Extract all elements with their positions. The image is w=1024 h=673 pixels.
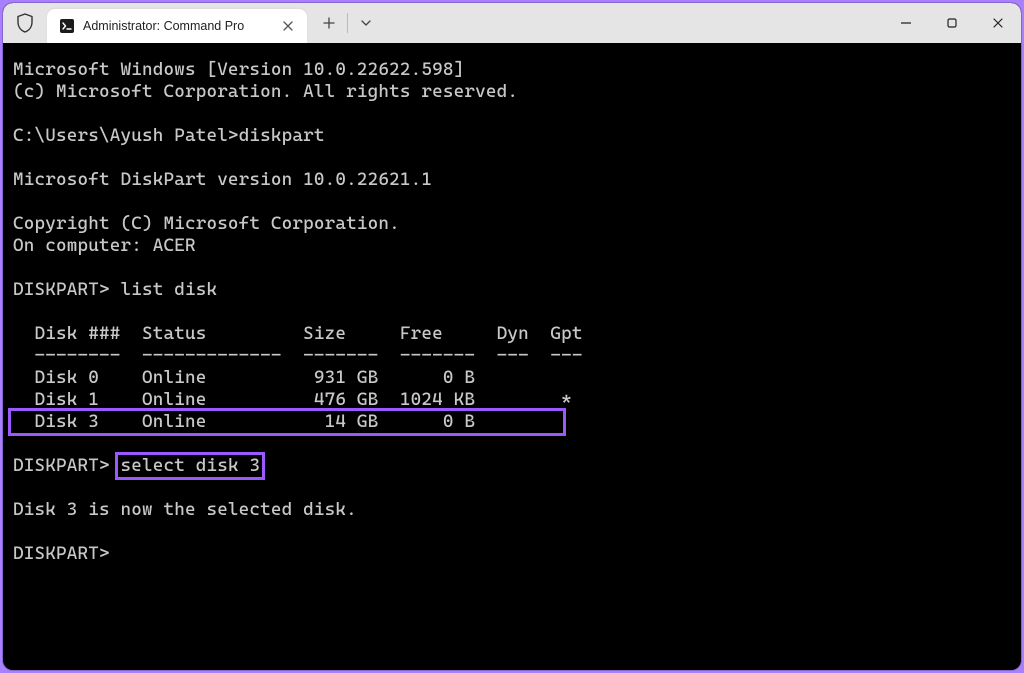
tabs-area: Administrator: Command Pro — [47, 3, 307, 43]
line: Copyright (C) Microsoft Corporation. — [13, 213, 400, 234]
table-divider: -------- ------------- ------- ------- -… — [13, 345, 583, 366]
terminal-output: Microsoft Windows [Version 10.0.22622.59… — [13, 59, 1011, 565]
diskpart-prompt: DISKPART> — [13, 279, 110, 300]
table-row: Disk 1 Online 476 GB 1024 KB * — [13, 389, 572, 410]
window-frame: Administrator: Command Pro — [3, 3, 1021, 670]
table-row-highlighted: Disk 3 Online 14 GB 0 B — [8, 408, 566, 436]
close-button[interactable] — [975, 3, 1021, 43]
minimize-button[interactable] — [883, 3, 929, 43]
prompt-cmd: diskpart — [239, 125, 325, 146]
tab-dropdown-button[interactable] — [350, 8, 382, 38]
tab-close-button[interactable] — [279, 17, 297, 35]
shield-icon — [3, 3, 47, 43]
tab-title: Administrator: Command Pro — [83, 19, 271, 33]
diskpart-prompt: DISKPART> — [13, 543, 110, 564]
diskpart-prompt: DISKPART> — [13, 455, 110, 476]
titlebar: Administrator: Command Pro — [3, 3, 1021, 43]
window-controls — [883, 3, 1021, 43]
new-tab-button[interactable] — [313, 8, 345, 38]
table-header: Disk ### Status Size Free Dyn Gpt — [13, 323, 583, 344]
divider — [347, 13, 348, 33]
cmd-list-disk: list disk — [120, 279, 217, 300]
prompt-path: C:\Users\Ayush Patel> — [13, 125, 239, 146]
cmd-select-disk-highlighted: select disk 3 — [115, 452, 265, 480]
terminal[interactable]: Microsoft Windows [Version 10.0.22622.59… — [3, 43, 1021, 670]
tab-active[interactable]: Administrator: Command Pro — [47, 9, 307, 43]
line: Microsoft Windows [Version 10.0.22622.59… — [13, 59, 464, 80]
maximize-button[interactable] — [929, 3, 975, 43]
cmd-icon — [59, 18, 75, 34]
table-row: Disk 0 Online 931 GB 0 B — [13, 367, 475, 388]
line: On computer: ACER — [13, 235, 196, 256]
line: Microsoft DiskPart version 10.0.22621.1 — [13, 169, 432, 190]
line: (c) Microsoft Corporation. All rights re… — [13, 81, 518, 102]
newtab-area — [307, 3, 382, 43]
result-line: Disk 3 is now the selected disk. — [13, 499, 357, 520]
